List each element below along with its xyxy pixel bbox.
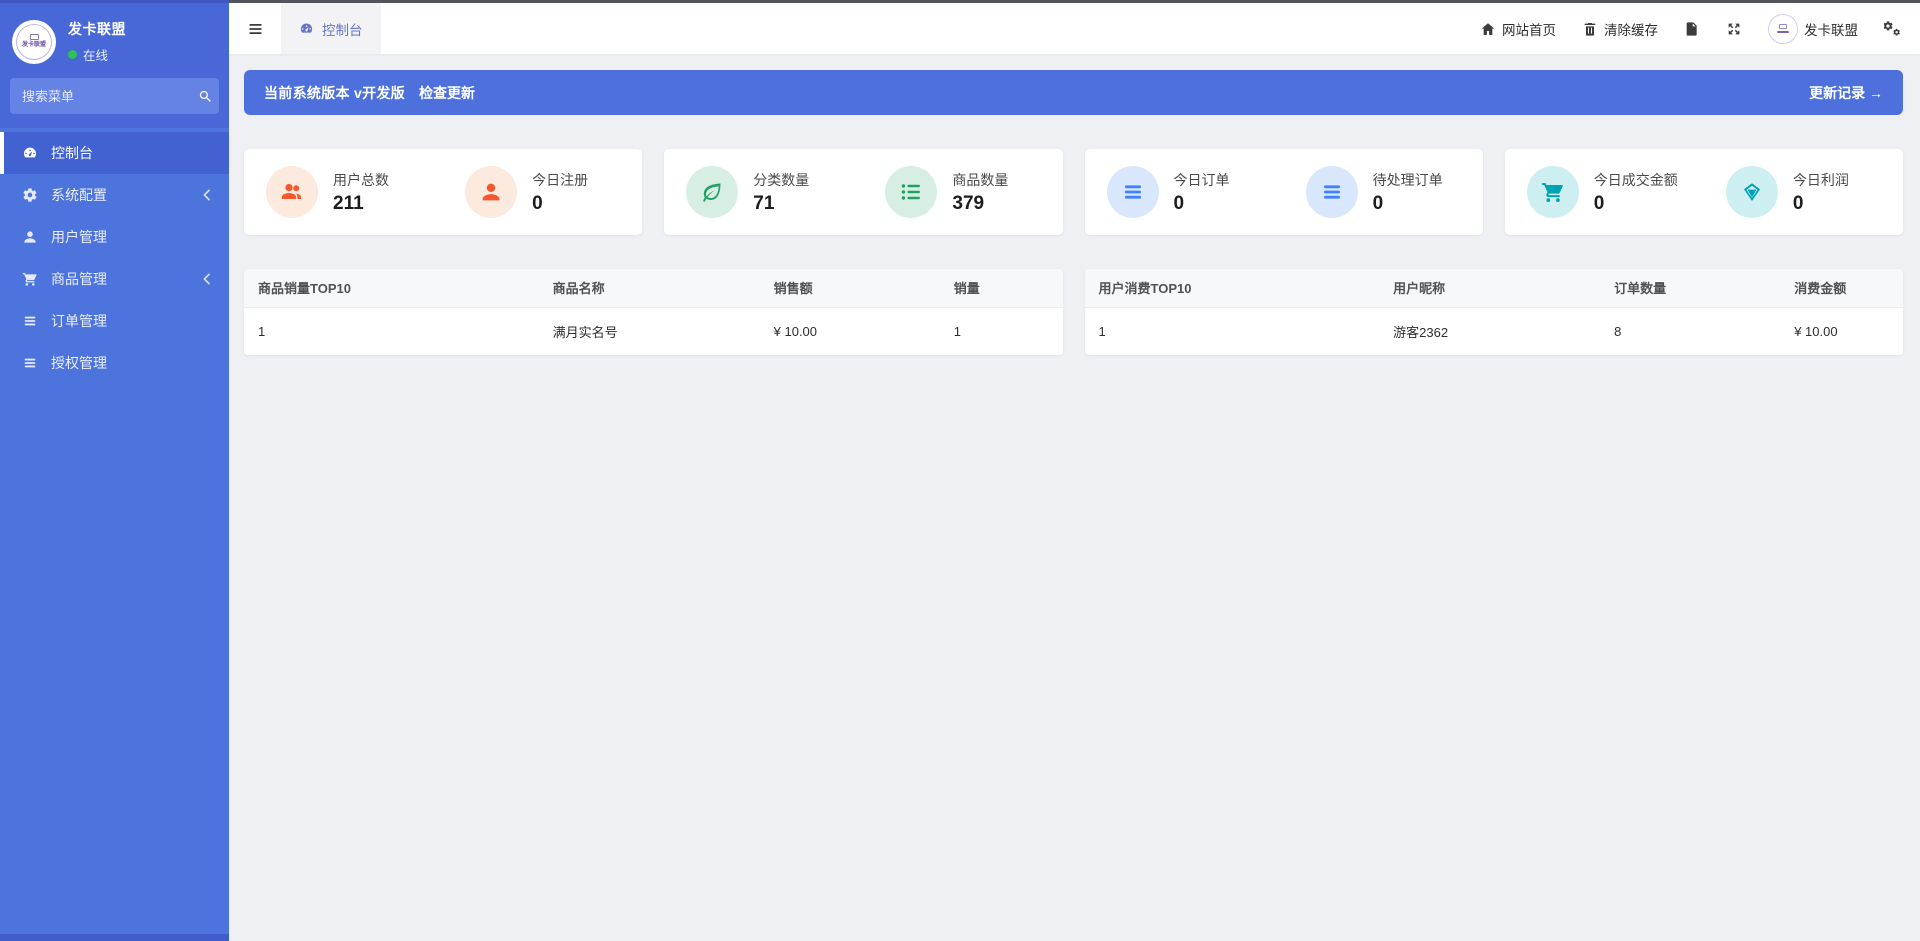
tab-dashboard[interactable]: 控制台: [281, 3, 381, 54]
menu-search: [10, 78, 219, 114]
list-icon: [22, 313, 38, 329]
user-menu[interactable]: 发卡联盟: [1768, 13, 1858, 44]
cart-icon: [22, 271, 38, 287]
home-icon: [1480, 21, 1496, 37]
menu-search-input[interactable]: [22, 88, 198, 104]
bars-icon: [1320, 180, 1344, 204]
chevron-left-icon: [199, 187, 215, 203]
user-icon: [22, 229, 38, 245]
table-header-row: 商品销量TOP10 商品名称 销售额 销量: [244, 269, 1063, 308]
sidebar-item-license-management[interactable]: 授权管理: [0, 342, 229, 384]
stat-card-catalog: 分类数量 71 商品数量 379: [664, 149, 1063, 235]
username: 发卡联盟: [1804, 22, 1858, 38]
topbar: 控制台 网站首页 清除缓存 发卡联盟: [229, 0, 1920, 54]
sidebar-item-user-management[interactable]: 用户管理: [0, 216, 229, 258]
clear-cache-button[interactable]: 清除缓存: [1582, 19, 1658, 39]
stat-card-revenue: 今日成交金额 0 今日利润 0: [1504, 149, 1903, 235]
gear-icon: [22, 187, 38, 203]
sidebar-item-system-config[interactable]: 系统配置: [0, 174, 229, 216]
sidebar: 发卡联盟 发卡联盟 在线 控制台 系统配置: [0, 0, 229, 941]
stat-category-count: 分类数量 71: [664, 166, 863, 218]
stat-pending-orders: 待处理订单 0: [1284, 166, 1483, 218]
list-icon: [22, 355, 38, 371]
topbar-actions: 网站首页 清除缓存 发卡联盟: [1454, 3, 1920, 54]
user-icon: [479, 180, 503, 204]
table-row: 1 满月实名号 ¥ 10.00 1: [244, 307, 1063, 355]
sidebar-item-order-management[interactable]: 订单管理: [0, 300, 229, 342]
content: 当前系统版本 v开发版 检查更新 更新记录 → 用户总数 211 今日注册 0 …: [229, 54, 1920, 355]
stat-today-registrations: 今日注册 0: [443, 166, 642, 218]
settings-button[interactable]: [1884, 21, 1900, 37]
stat-cards: 用户总数 211 今日注册 0 分类数量 71 商品数量 379 今日订单 0 …: [244, 149, 1903, 235]
sidebar-header: 发卡联盟 发卡联盟 在线: [0, 3, 229, 128]
sidebar-item-dashboard[interactable]: 控制台: [0, 132, 229, 174]
top10-tables: 商品销量TOP10 商品名称 销售额 销量 1 满月实名号 ¥ 10.00 1: [244, 269, 1903, 355]
users-icon: [280, 180, 304, 204]
chevron-left-icon: [199, 271, 215, 287]
update-log-link[interactable]: 更新记录 →: [1809, 83, 1883, 103]
stat-today-revenue: 今日成交金额 0: [1505, 166, 1704, 218]
docs-button[interactable]: [1684, 21, 1700, 37]
brand-title: 发卡联盟: [68, 21, 126, 37]
table-header-row: 用户消费TOP10 用户昵称 订单数量 消费金额: [1084, 269, 1903, 308]
sidebar-item-product-management[interactable]: 商品管理: [0, 258, 229, 300]
list-icon: [899, 180, 923, 204]
product-sales-top10-table: 商品销量TOP10 商品名称 销售额 销量 1 满月实名号 ¥ 10.00 1: [244, 269, 1063, 355]
version-text: 当前系统版本 v开发版: [264, 84, 405, 101]
stat-today-profit: 今日利润 0: [1704, 166, 1903, 218]
online-status: 在线: [83, 49, 109, 63]
sidebar-bottom-strip: [0, 934, 229, 941]
diamond-icon: [1740, 180, 1764, 204]
stat-card-users: 用户总数 211 今日注册 0: [244, 149, 643, 235]
gauge-icon: [299, 21, 314, 36]
site-home-button[interactable]: 网站首页: [1480, 19, 1556, 39]
gauge-icon: [22, 145, 38, 161]
leaf-icon: [700, 180, 724, 204]
cart-icon: [1541, 180, 1565, 204]
fullscreen-button[interactable]: [1726, 21, 1742, 37]
version-banner: 当前系统版本 v开发版 检查更新 更新记录 →: [244, 70, 1903, 115]
brand-logo: 发卡联盟: [12, 19, 56, 64]
file-icon: [1684, 21, 1700, 37]
stat-card-orders: 今日订单 0 待处理订单 0: [1084, 149, 1483, 235]
sidebar-nav: 控制台 系统配置 用户管理 商品管理 订单管理 授权管理: [0, 132, 229, 384]
cogs-icon: [1884, 21, 1900, 37]
stat-today-orders: 今日订单 0: [1085, 166, 1284, 218]
online-dot-icon: [68, 50, 77, 59]
check-update-link[interactable]: 检查更新: [419, 83, 475, 103]
trash-icon: [1582, 21, 1598, 37]
stat-total-users: 用户总数 211: [244, 166, 443, 218]
bars-icon: [1121, 180, 1145, 204]
user-avatar: [1768, 13, 1798, 44]
user-consumption-top10-table: 用户消费TOP10 用户昵称 订单数量 消费金额 1 游客2362 8 ¥ 10…: [1084, 269, 1903, 355]
stat-product-count: 商品数量 379: [863, 166, 1062, 218]
brand: 发卡联盟 发卡联盟 在线: [0, 3, 229, 76]
main-area: 控制台 网站首页 清除缓存 发卡联盟 当前系统版本 v开发版 检查更新 更新记录…: [229, 0, 1920, 941]
sidebar-toggle-button[interactable]: [229, 3, 281, 54]
hamburger-icon: [246, 21, 265, 37]
table-row: 1 游客2362 8 ¥ 10.00: [1084, 307, 1903, 355]
expand-icon: [1726, 21, 1742, 37]
search-icon[interactable]: [198, 89, 213, 104]
brand-logo-mark: 发卡联盟: [16, 23, 52, 60]
